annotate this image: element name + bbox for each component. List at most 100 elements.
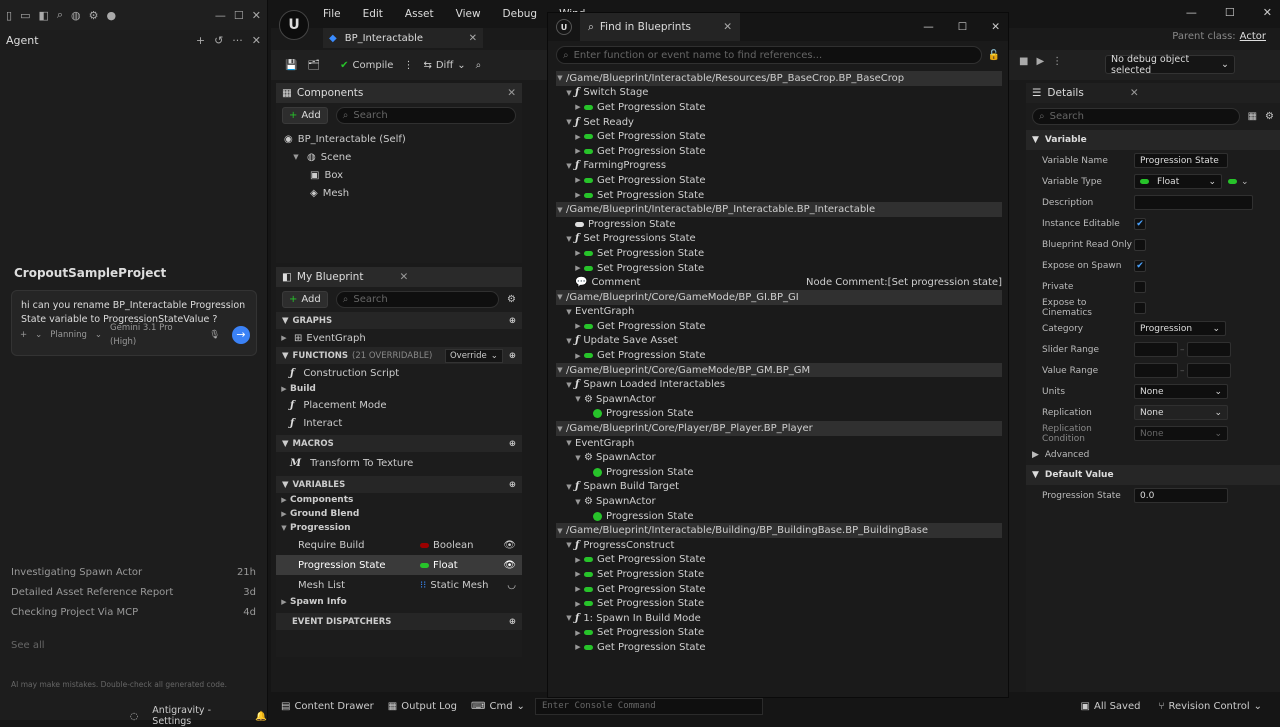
content-drawer-button[interactable]: ▤ Content Drawer: [281, 701, 374, 712]
result-item[interactable]: ▶ Set Progression State: [556, 246, 1002, 261]
avatar[interactable]: ●: [107, 9, 117, 22]
details-search[interactable]: ⌕ Search: [1032, 108, 1240, 125]
result-item[interactable]: ▶ Set Progression State: [556, 261, 1002, 276]
minimize-icon[interactable]: —: [215, 9, 226, 22]
panel-close-icon[interactable]: ✕: [1130, 87, 1139, 99]
result-item[interactable]: ▼ ƒ Spawn Loaded Interactables: [556, 377, 1002, 392]
result-item[interactable]: ▼ ƒ ProgressConstruct: [556, 538, 1002, 553]
output-log-button[interactable]: ▦ Output Log: [388, 701, 457, 712]
expand-arrow-icon[interactable]: ▼: [292, 153, 300, 161]
override-dropdown[interactable]: Override ⌄: [444, 348, 503, 363]
slider-max-field[interactable]: [1186, 342, 1231, 357]
menu-asset[interactable]: Asset: [405, 8, 434, 20]
visibility-closed-icon[interactable]: ◡: [507, 580, 516, 591]
result-item[interactable]: Progression State: [556, 509, 1002, 524]
more-icon[interactable]: ⋮: [403, 60, 413, 71]
result-item[interactable]: ▼ ⚙ SpawnActor: [556, 450, 1002, 465]
function-item[interactable]: ƒ Placement Mode: [276, 396, 522, 414]
graph-item-eventgraph[interactable]: ▶ ⊞ EventGraph: [276, 329, 522, 347]
find-search-input[interactable]: ⌕ Enter function or event name to find re…: [556, 46, 982, 64]
settings-link[interactable]: Antigravity - Settings: [152, 705, 243, 727]
result-item[interactable]: ▼ ƒ Set Ready: [556, 115, 1002, 130]
tree-item-scene[interactable]: ▼ ◍ Scene: [276, 148, 522, 166]
play-icon[interactable]: ▶: [1036, 56, 1044, 67]
macros-section[interactable]: ▼ MACROS ⊕: [276, 435, 522, 452]
advanced-toggle[interactable]: ▶ Advanced: [1026, 444, 1280, 465]
minimize-icon[interactable]: —: [1186, 6, 1197, 19]
event-dispatchers-section[interactable]: EVENT DISPATCHERS ⊕: [276, 613, 522, 630]
function-item[interactable]: ƒ Interact: [276, 414, 522, 432]
maximize-icon[interactable]: ☐: [958, 21, 967, 33]
variable-type-select[interactable]: Float ⌄: [1134, 174, 1222, 189]
settings-icon[interactable]: ⚙: [507, 294, 516, 305]
result-item[interactable]: 💬 Comment Node Comment:[Set progression st…: [556, 275, 1002, 290]
category-spawn-info[interactable]: ▶ Spawn Info: [276, 595, 522, 609]
variable-name-field[interactable]: Progression State: [1134, 153, 1228, 168]
instance-editable-checkbox[interactable]: ✔: [1134, 217, 1146, 230]
settings-icon[interactable]: ⚙: [1265, 111, 1274, 122]
model-select[interactable]: Gemini 3.1 Pro (High): [110, 321, 201, 349]
panel-close-icon[interactable]: ✕: [399, 271, 408, 283]
close-icon[interactable]: ✕: [252, 9, 261, 22]
variable-mesh-list[interactable]: Mesh List ⁝⁝ Static Mesh ◡: [276, 575, 522, 595]
menu-edit[interactable]: Edit: [363, 8, 383, 20]
units-select[interactable]: None ⌄: [1134, 384, 1228, 399]
lock-icon[interactable]: 🔓: [988, 50, 1000, 61]
category-ground-blend[interactable]: ▶ Ground Blend: [276, 507, 522, 521]
send-button[interactable]: →: [232, 326, 250, 344]
result-item[interactable]: ▼ ƒ 1: Spawn In Build Mode: [556, 611, 1002, 626]
result-item[interactable]: Progression State: [556, 465, 1002, 480]
parent-class-link[interactable]: Actor: [1240, 31, 1266, 42]
result-item[interactable]: ▼ EventGraph: [556, 305, 1002, 320]
tab-close-icon[interactable]: ✕: [723, 21, 732, 33]
add-circle-icon[interactable]: ⊕: [509, 617, 516, 627]
result-item[interactable]: ▶ Set Progression State: [556, 188, 1002, 203]
result-item[interactable]: ▼ ⚙ SpawnActor: [556, 392, 1002, 407]
result-item[interactable]: ▼ ƒ FarmingProgress: [556, 159, 1002, 174]
stop-icon[interactable]: ■: [1019, 56, 1028, 67]
add-circle-icon[interactable]: ⊕: [509, 439, 516, 449]
category-progression[interactable]: ▼ Progression: [276, 521, 522, 535]
macro-item[interactable]: M Transform To Texture: [276, 454, 522, 472]
result-item[interactable]: ▼ ƒ Update Save Asset: [556, 334, 1002, 349]
result-item[interactable]: ▶ Set Progression State: [556, 626, 1002, 641]
attach-icon[interactable]: +: [20, 328, 27, 342]
default-value-field[interactable]: 0.0: [1134, 488, 1228, 503]
tree-item-mesh[interactable]: ◈ Mesh: [276, 184, 522, 202]
add-member-button[interactable]: + Add: [282, 291, 328, 308]
conversation-item[interactable]: Investigating Spawn Actor 21h: [11, 567, 256, 578]
tab-close-icon[interactable]: ✕: [469, 33, 477, 44]
minimize-icon[interactable]: —: [923, 21, 934, 33]
result-item[interactable]: ▼ ƒ Switch Stage: [556, 86, 1002, 101]
browse-icon[interactable]: 🗂: [307, 60, 320, 71]
components-search[interactable]: ⌕ Search: [335, 107, 516, 124]
variables-section[interactable]: ▼ VARIABLES ⊕: [276, 476, 522, 493]
container-type-icon[interactable]: [1228, 179, 1237, 184]
globe-icon[interactable]: ◍: [71, 9, 81, 22]
table-view-icon[interactable]: ▦: [1248, 111, 1257, 122]
result-item[interactable]: ▶ Get Progression State: [556, 173, 1002, 188]
cmd-dropdown[interactable]: ⌨ Cmd ⌄: [471, 701, 525, 712]
tab-find[interactable]: ⌕ Find in Blueprints ✕: [580, 13, 740, 41]
variable-progression-state[interactable]: Progression State Float 👁: [276, 555, 522, 575]
blueprint-search[interactable]: ⌕ Search: [335, 291, 500, 308]
prompt-box[interactable]: hi can you rename BP_Interactable Progre…: [11, 290, 257, 356]
result-item[interactable]: ▶ Get Progression State: [556, 319, 1002, 334]
add-circle-icon[interactable]: ⊕: [509, 316, 516, 326]
tab-bp-interactable[interactable]: ◆ BP_Interactable ✕: [323, 28, 483, 48]
see-all-link[interactable]: See all: [11, 640, 256, 651]
variable-require-build[interactable]: Require Build Boolean 👁: [276, 535, 522, 555]
chevron-down-icon[interactable]: ⌄: [1241, 177, 1249, 187]
layout-icon[interactable]: ▭: [20, 9, 30, 22]
result-item[interactable]: ▶ Set Progression State: [556, 596, 1002, 611]
more-icon[interactable]: ···: [232, 34, 243, 47]
description-field[interactable]: [1134, 195, 1253, 210]
result-item[interactable]: ▶ Get Progression State: [556, 129, 1002, 144]
expose-cinematics-checkbox[interactable]: [1134, 301, 1146, 314]
maximize-icon[interactable]: ☐: [234, 9, 244, 22]
category-components[interactable]: ▶ Components: [276, 493, 522, 507]
result-item[interactable]: ▶ Get Progression State: [556, 100, 1002, 115]
result-item[interactable]: Progression State: [556, 407, 1002, 422]
new-chat-icon[interactable]: +: [196, 34, 205, 47]
functions-section[interactable]: ▼ FUNCTIONS (21 OVERRIDABLE) Override ⌄ ⊕: [276, 347, 522, 364]
